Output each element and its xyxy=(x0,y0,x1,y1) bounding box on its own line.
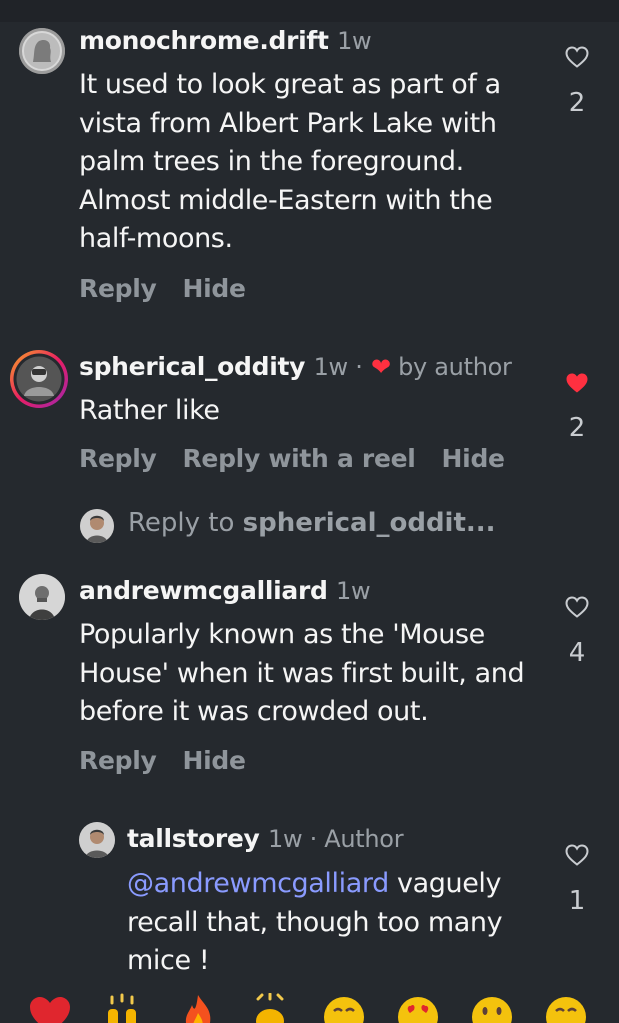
username-text[interactable]: andrewmcgalliard xyxy=(79,576,328,605)
reply-to-username: spherical_oddit... xyxy=(242,508,496,538)
comment-text: It used to look great as part of a vista… xyxy=(79,69,501,254)
emoji-crying-laughing-face-icon[interactable] xyxy=(322,993,366,1023)
comment-actions: Reply Hide xyxy=(79,274,272,303)
emoji-smiling-face-icon[interactable] xyxy=(544,993,588,1023)
comment-text: Popularly known as the 'Mouse House' whe… xyxy=(79,619,525,727)
timestamp-author-label: 1w · Author xyxy=(267,825,404,853)
like-count: 4 xyxy=(568,638,586,668)
username[interactable]: spherical_oddity 1w · ❤ by author xyxy=(79,352,512,381)
like-count: 1 xyxy=(568,886,586,916)
current-user-avatar-image xyxy=(80,509,114,543)
username[interactable]: tallstorey 1w · Author xyxy=(127,824,404,853)
reply-to-link[interactable]: Reply to spherical_oddit... xyxy=(128,508,496,538)
small-heart-icon: ❤ xyxy=(370,353,391,381)
timestamp: 1w xyxy=(337,27,372,55)
timestamp: 1w xyxy=(336,577,371,605)
timestamp: 1w · xyxy=(313,353,363,381)
comment-text: @andrewmcgalliard vaguely recall that, t… xyxy=(127,865,537,981)
by-author-label: by author xyxy=(398,353,512,381)
reply-button[interactable]: Reply xyxy=(79,746,157,775)
comment-actions: Reply Reply with a reel Hide xyxy=(79,444,531,473)
username-text[interactable]: tallstorey xyxy=(127,824,260,853)
hide-button[interactable]: Hide xyxy=(442,444,505,473)
liked-by-author-indicator: ❤ by author xyxy=(371,353,512,381)
avatar-andrewmcgalliard[interactable] xyxy=(19,574,65,620)
reply-button[interactable]: Reply xyxy=(79,274,157,303)
avatar-photo xyxy=(79,822,115,858)
avatar-photo xyxy=(19,574,65,620)
avatar-monochrome-drift[interactable] xyxy=(19,28,65,74)
username[interactable]: andrewmcgalliard 1w xyxy=(79,576,371,605)
avatar-spherical-oddity[interactable] xyxy=(10,350,68,408)
hide-button[interactable]: Hide xyxy=(182,274,245,303)
heart-outline-icon[interactable] xyxy=(565,46,589,68)
username-text[interactable]: spherical_oddity xyxy=(79,352,305,381)
emoji-clapping-hands-icon[interactable] xyxy=(248,993,292,1023)
like-count: 2 xyxy=(568,88,586,118)
emoji-red-heart-icon[interactable] xyxy=(28,993,72,1023)
emoji-reaction-bar xyxy=(0,993,619,1023)
emoji-raising-hands-icon[interactable] xyxy=(100,993,144,1023)
reply-button[interactable]: Reply xyxy=(79,444,157,473)
username[interactable]: monochrome.drift 1w xyxy=(79,26,372,55)
emoji-surprised-face-icon[interactable] xyxy=(470,993,514,1023)
emoji-heart-eyes-face-icon[interactable] xyxy=(396,993,440,1023)
top-divider xyxy=(0,0,619,22)
hide-button[interactable]: Hide xyxy=(182,746,245,775)
comment-actions: Reply Hide xyxy=(79,746,272,775)
reply-to-prefix: Reply to xyxy=(128,508,243,538)
current-user-avatar xyxy=(80,509,114,543)
avatar-tallstorey[interactable] xyxy=(79,822,115,858)
comment-text: Rather like xyxy=(79,395,220,426)
emoji-fire-icon[interactable] xyxy=(176,993,220,1023)
username-text[interactable]: monochrome.drift xyxy=(79,26,329,55)
heart-outline-icon[interactable] xyxy=(565,844,589,866)
heart-filled-icon[interactable] xyxy=(565,372,589,394)
mention-link[interactable]: @andrewmcgalliard xyxy=(127,868,389,899)
comments-screen: monochrome.drift 1w It used to look grea… xyxy=(0,0,619,1023)
heart-outline-icon[interactable] xyxy=(565,596,589,618)
avatar-coin-image xyxy=(19,28,65,74)
like-count: 2 xyxy=(568,413,586,443)
avatar-story-ring xyxy=(13,353,65,405)
reply-with-reel-button[interactable]: Reply with a reel xyxy=(182,444,415,473)
